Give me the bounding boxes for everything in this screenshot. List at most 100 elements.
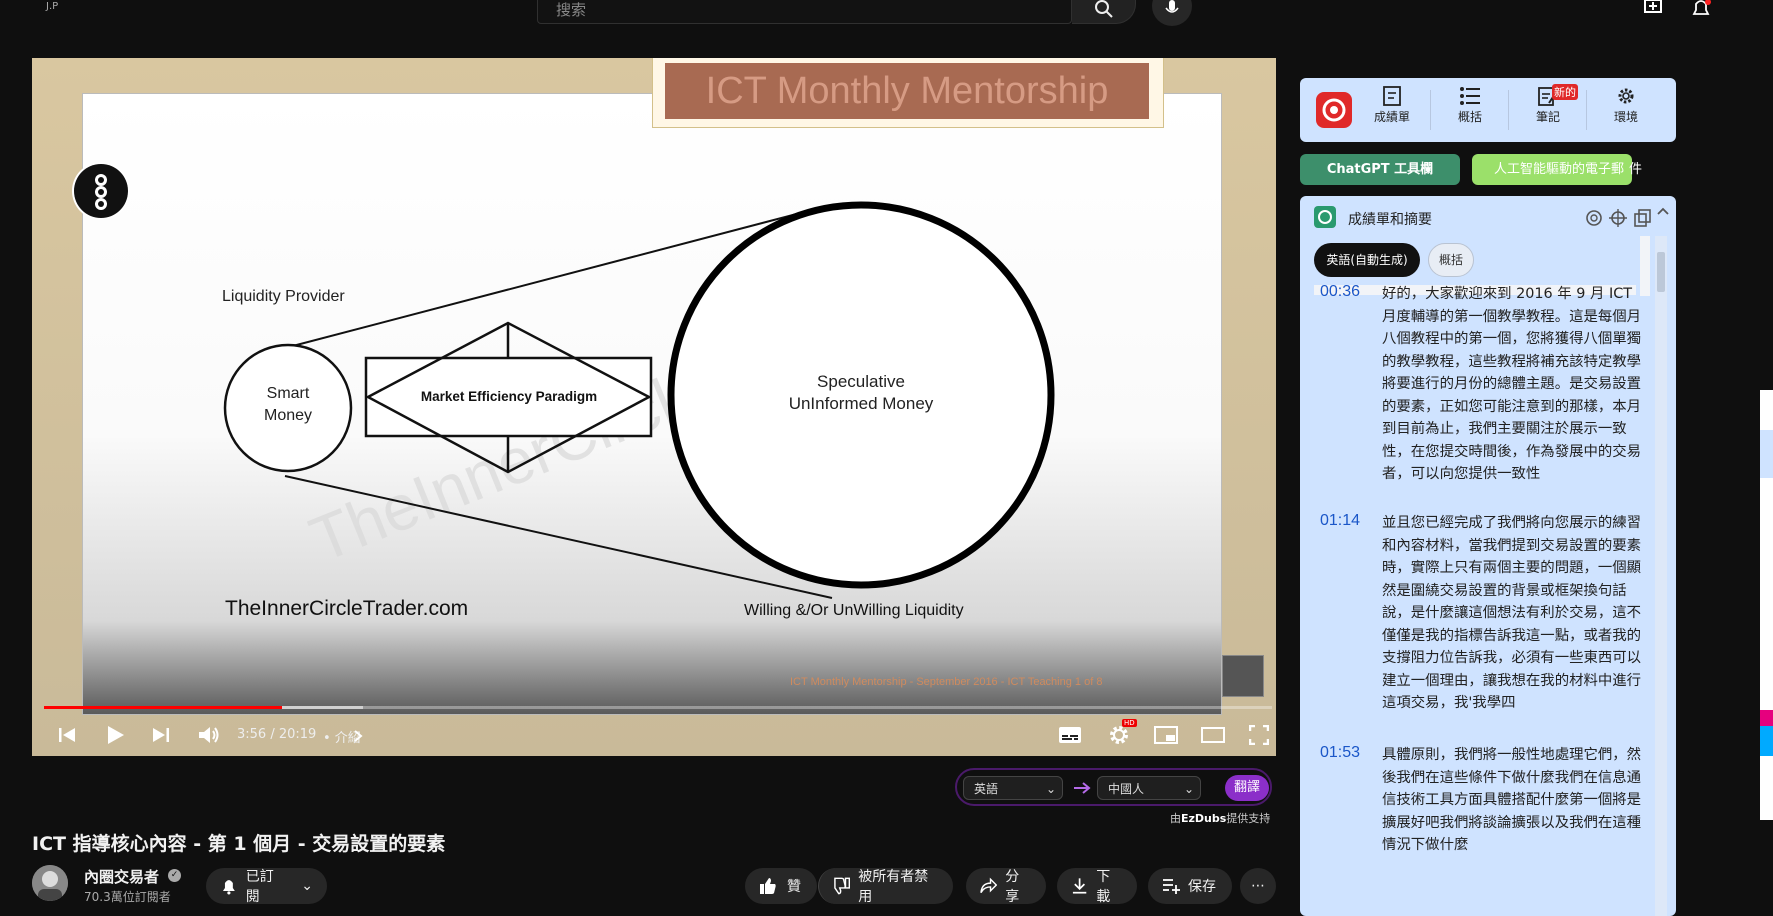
timestamp-link[interactable]: 01:53 <box>1320 744 1360 762</box>
video-player[interactable]: ICT Monthly Mentorship TheInnerCircleTra… <box>32 58 1276 756</box>
volume-button[interactable] <box>196 720 222 750</box>
target-language-value: 中國人 <box>1108 782 1145 796</box>
transcript-scrollbar[interactable] <box>1655 236 1667 916</box>
smart-money-label-2: Money <box>264 407 312 424</box>
subtitles-button[interactable] <box>1057 720 1083 750</box>
progress-bar[interactable] <box>44 706 1272 709</box>
brand-label: J.P <box>46 1 59 12</box>
chatgpt-icon[interactable] <box>1584 208 1604 228</box>
powered-brand: EzDubs <box>1181 812 1227 825</box>
dislike-label: 被所有者禁用 <box>858 869 929 905</box>
verified-icon: ✓ <box>168 869 181 882</box>
new-badge: 新的 <box>1552 84 1578 100</box>
transcript-text: 具體原則，我們將一般性地處理它們，然後我們在這些條件下做什麼我們在信息通信技術工… <box>1382 747 1642 853</box>
extension-logo-icon[interactable] <box>1316 92 1352 128</box>
channel-avatar[interactable] <box>32 865 68 901</box>
subscriber-count: 70.3萬位訂閱者 <box>84 890 171 904</box>
powered-by[interactable]: 由EzDubs提供支持 <box>1170 810 1270 826</box>
play-button[interactable] <box>102 720 128 750</box>
tab-english-auto[interactable]: 英語(自動生成) <box>1314 243 1420 277</box>
create-icon[interactable] <box>1643 0 1665 14</box>
fullscreen-button[interactable] <box>1247 720 1271 750</box>
eye-icon[interactable] <box>1760 430 1773 454</box>
download-label: 下載 <box>1096 869 1111 905</box>
search-input[interactable]: 搜索 <box>556 0 586 20</box>
copy-icon[interactable] <box>1632 208 1652 228</box>
thumbs-up-icon <box>760 878 776 894</box>
tab-summary[interactable]: 概括 <box>1428 243 1474 277</box>
time-display: 3:56 / 20:19 <box>237 727 317 742</box>
ai-email-button[interactable]: 人工智能驅動的電子郵 <box>1472 154 1632 185</box>
hd-badge: HD <box>1122 719 1137 727</box>
download-button[interactable]: 下載 <box>1057 868 1137 905</box>
subscribed-button[interactable]: 已訂閱 ⌄ <box>206 868 327 905</box>
timestamp-link[interactable]: 00:36 <box>1320 283 1360 301</box>
subscribed-label: 已訂閱 <box>245 869 274 905</box>
gear-icon <box>1618 88 1634 104</box>
more-dots-icon: ⋯ <box>1251 878 1265 894</box>
transcript-scroll-thumb[interactable] <box>1657 252 1665 292</box>
previous-button[interactable] <box>55 720 79 750</box>
translate-button[interactable]: 翻譯 <box>1225 775 1269 801</box>
cursor-icon[interactable] <box>1760 454 1773 478</box>
miniplayer-icon <box>1154 726 1178 744</box>
powered-prefix: 由 <box>1170 812 1181 825</box>
share-icon <box>980 877 998 894</box>
liquidity-diagram: TheInnerCircleTrader.com Liquidity Provi… <box>222 201 1055 620</box>
target-language-select[interactable]: 中國人 ⌄ <box>1097 776 1201 800</box>
arrow-right-icon <box>1074 782 1091 794</box>
summary-tab[interactable]: 概括 <box>1440 86 1500 125</box>
chevron-down-icon: ⌄ <box>1183 782 1194 796</box>
search-box[interactable]: 搜索 <box>537 0 1072 24</box>
blue-color-swatch[interactable] <box>1760 726 1773 756</box>
search-icon <box>1095 0 1113 18</box>
website-label: TheInnerCircleTrader.com <box>225 597 468 620</box>
video-title: ICT 指導核心內容 - 第 1 個月 - 交易設置的要素 <box>32 833 446 855</box>
chevron-right-icon[interactable] <box>353 729 363 743</box>
share-button[interactable]: 分享 <box>966 868 1046 905</box>
transcript-header: 成績單和摘要 <box>1314 206 1669 228</box>
pen-tool-icon[interactable] <box>1760 390 1773 430</box>
voice-search-button[interactable] <box>1152 0 1192 26</box>
more-actions-button[interactable]: ⋯ <box>1240 868 1276 904</box>
pink-color-swatch[interactable] <box>1760 710 1773 726</box>
timestamp-link[interactable]: 01:14 <box>1320 512 1360 530</box>
search-button[interactable] <box>1072 0 1136 24</box>
playlist-add-icon <box>1163 879 1180 894</box>
settings-button[interactable]: HD <box>1104 719 1137 750</box>
volume-icon <box>199 727 219 743</box>
skip-next-icon <box>153 728 169 742</box>
divider <box>1430 90 1431 130</box>
openai-logo-icon <box>1314 206 1336 228</box>
dislike-button[interactable]: 被所有者禁用 <box>818 868 953 905</box>
share-label: 分享 <box>1005 869 1020 905</box>
chatgpt-toolbar-button[interactable]: ChatGPT 工具欄 <box>1300 154 1460 185</box>
settings-tab[interactable]: 環境 <box>1596 86 1656 125</box>
notes-tab[interactable]: 筆記 新的 <box>1518 84 1578 125</box>
mic-icon <box>1165 0 1179 13</box>
annotation-toolbar <box>1760 390 1773 820</box>
miniplayer-button[interactable] <box>1153 720 1179 750</box>
ai-email-button-tail: 件 <box>1629 162 1643 177</box>
channel-name[interactable]: 內圈交易者 <box>84 866 159 887</box>
crosshair-icon[interactable] <box>1608 208 1628 228</box>
summary-tab-label: 概括 <box>1457 110 1482 124</box>
theater-mode-button[interactable] <box>1200 720 1226 750</box>
chevron-down-icon: ⌄ <box>1045 782 1056 796</box>
like-button[interactable]: 贊 <box>745 868 817 904</box>
divider <box>1586 90 1587 130</box>
chevron-up-icon[interactable] <box>1656 204 1670 218</box>
speculative-label-2: UnInformed Money <box>789 394 934 413</box>
smart-money-label-1: Smart <box>267 385 310 402</box>
save-button[interactable]: 保存 <box>1148 868 1232 904</box>
fullscreen-icon <box>1249 725 1269 745</box>
top-bar: J.P 搜索 <box>0 0 1773 26</box>
transcript-tab[interactable]: 成績單 <box>1362 86 1422 125</box>
avatar-image <box>32 865 68 901</box>
notifications-bell-icon[interactable] <box>1690 0 1712 16</box>
transcript-icon <box>1383 86 1401 106</box>
progress-fill <box>44 706 283 709</box>
notes-tab-label: 筆記 <box>1535 110 1560 124</box>
next-button[interactable] <box>149 720 173 750</box>
source-language-select[interactable]: 英語 ⌄ <box>963 776 1063 800</box>
